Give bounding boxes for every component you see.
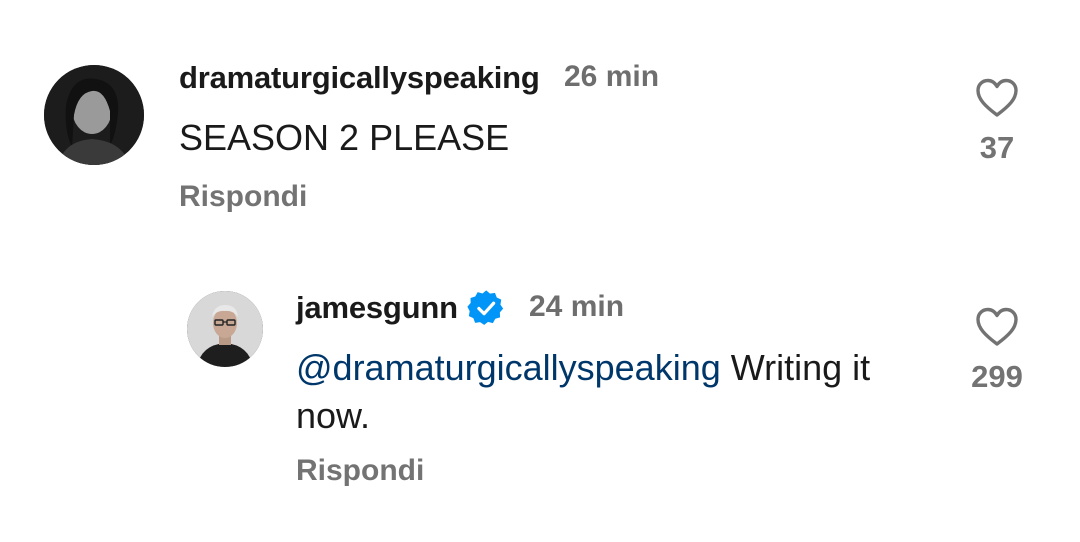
like-button[interactable]: 37 [957,78,1037,166]
comment-text: @dramaturgicallyspeaking Writing it now. [296,344,936,440]
avatar[interactable] [187,291,263,367]
avatar-photo [44,65,144,165]
comment-text: SEASON 2 PLEASE [179,114,899,162]
comment-timestamp: 26 min [564,60,660,93]
comment-reply-item: jamesgunn 24 min @dramaturgicallyspeakin… [0,240,1080,542]
like-count: 299 [971,359,1023,394]
like-count: 37 [979,130,1015,165]
comment-timestamp: 24 min [529,290,625,323]
mention-link[interactable]: @dramaturgicallyspeaking [296,347,721,388]
heart-icon[interactable] [975,78,1019,118]
comment-username[interactable]: jamesgunn [296,290,458,326]
comment-text-content: SEASON 2 PLEASE [179,117,510,158]
avatar[interactable] [44,65,144,165]
like-button[interactable]: 299 [957,307,1037,395]
reply-button[interactable]: Rispondi [296,454,424,488]
comment-item: dramaturgicallyspeaking 26 min SEASON 2 … [0,0,1080,240]
comment-username[interactable]: dramaturgicallyspeaking [179,60,540,96]
heart-icon[interactable] [975,307,1019,347]
verified-badge-icon [467,290,504,325]
avatar-photo [187,291,263,367]
reply-button[interactable]: Rispondi [179,180,307,214]
